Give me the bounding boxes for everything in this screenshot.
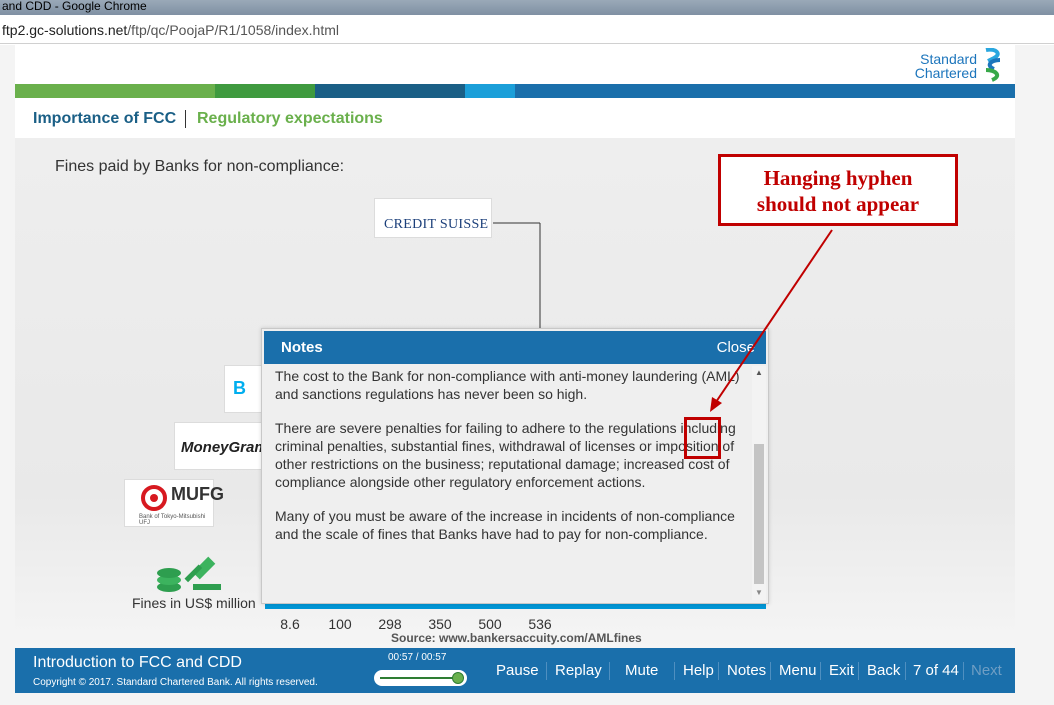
annotation-callout: Hanging hyphen should not appear bbox=[718, 154, 958, 226]
url-path: /ftp/qc/PoojaP/R1/1058/index.html bbox=[127, 22, 339, 38]
control-divider bbox=[609, 662, 610, 680]
chart-tick-label: 500 bbox=[478, 616, 502, 632]
notes-header: Notes Close bbox=[264, 331, 766, 364]
barclays-logo-text: B bbox=[233, 378, 246, 398]
address-bar[interactable]: ftp2.gc-solutions.net/ftp/qc/PoojaP/R1/1… bbox=[0, 15, 1054, 44]
mufg-logo-text: MUFG bbox=[171, 484, 224, 504]
brand-line-2: Chartered bbox=[914, 65, 977, 81]
menu-button[interactable]: Menu bbox=[779, 662, 817, 679]
scroll-down-arrow-icon[interactable]: ▼ bbox=[755, 588, 763, 597]
moneygram-logo-text: MoneyGram bbox=[181, 439, 268, 456]
coins-gavel-icon bbox=[157, 556, 221, 592]
progress-knob[interactable] bbox=[452, 672, 464, 684]
control-divider bbox=[905, 662, 906, 680]
chart-tick-label: 350 bbox=[428, 616, 452, 632]
notes-close-button[interactable]: Close bbox=[717, 339, 755, 356]
control-divider bbox=[674, 662, 675, 680]
chart-source: Source: www.bankersaccuity.com/AMLfines bbox=[391, 631, 642, 645]
replay-button[interactable]: Replay bbox=[555, 662, 602, 679]
page-counter: 7 of 44 bbox=[913, 662, 959, 679]
course-frame: Standard Chartered Importance of FCC Reg… bbox=[15, 45, 1015, 693]
notes-body: The cost to the Bank for non-compliance … bbox=[275, 367, 745, 599]
credit-suisse-logo-text: CREDIT SUISSE bbox=[384, 217, 489, 232]
notes-scroll-thumb[interactable] bbox=[754, 444, 764, 584]
breadcrumb-topic: Importance of FCC bbox=[33, 110, 177, 127]
notes-scrollbar[interactable]: ▲ ▼ bbox=[752, 366, 766, 600]
control-divider bbox=[820, 662, 821, 680]
control-divider bbox=[858, 662, 859, 680]
chart-tick-label: 298 bbox=[378, 616, 402, 632]
breadcrumb: Importance of FCC Regulatory expectation… bbox=[15, 98, 1015, 138]
exit-button[interactable]: Exit bbox=[829, 662, 854, 679]
moneygram-logo: MoneyGram bbox=[174, 422, 274, 470]
brand-logo-text: Standard Chartered bbox=[915, 52, 977, 80]
browser-title-bar: and CDD - Google Chrome bbox=[0, 0, 1054, 15]
playback-progress-slider[interactable] bbox=[374, 670, 467, 686]
notes-paragraph: The cost to the Bank for non-compliance … bbox=[275, 368, 740, 402]
control-divider bbox=[770, 662, 771, 680]
mute-button[interactable]: Mute bbox=[625, 662, 658, 679]
window-title: and CDD - Google Chrome bbox=[2, 0, 147, 13]
control-divider bbox=[718, 662, 719, 680]
notes-button[interactable]: Notes bbox=[727, 662, 766, 679]
breadcrumb-divider bbox=[185, 110, 186, 128]
back-button[interactable]: Back bbox=[867, 662, 900, 679]
control-divider bbox=[546, 662, 547, 680]
breadcrumb-subtopic: Regulatory expectations bbox=[197, 110, 383, 127]
course-title: Introduction to FCC and CDD bbox=[33, 654, 242, 671]
mufg-circle-icon bbox=[141, 485, 167, 511]
chart-axis-label: Fines in US$ million bbox=[132, 595, 256, 611]
standard-chartered-logo-icon bbox=[985, 48, 1001, 82]
brand-color-bar bbox=[15, 84, 1015, 98]
help-button[interactable]: Help bbox=[683, 662, 714, 679]
pause-button[interactable]: Pause bbox=[496, 662, 539, 679]
url-text[interactable]: ftp2.gc-solutions.net/ftp/qc/PoojaP/R1/1… bbox=[2, 22, 339, 38]
callout-line-1: Hanging hyphen bbox=[763, 166, 913, 190]
chart-tick-label: 536 bbox=[528, 616, 552, 632]
brand-header: Standard Chartered bbox=[15, 45, 1015, 84]
player-footer: Introduction to FCC and CDD Copyright © … bbox=[15, 648, 1015, 693]
annotation-highlight-box bbox=[684, 417, 721, 459]
notes-popup: Notes Close The cost to the Bank for non… bbox=[261, 328, 769, 604]
mufg-logo-subtext: Bank of Tokyo-Mitsubishi UFJ bbox=[139, 514, 206, 526]
scroll-up-arrow-icon[interactable]: ▲ bbox=[755, 368, 763, 377]
url-host: ftp2.gc-solutions.net bbox=[2, 22, 128, 38]
chart-tick-label: 100 bbox=[328, 616, 352, 632]
notes-paragraph: There are severe penalties for failing t… bbox=[275, 420, 736, 490]
control-divider bbox=[963, 662, 964, 680]
chart-tick-label: 8.6 bbox=[280, 616, 300, 632]
brand-line-1: Standard bbox=[920, 51, 977, 67]
mufg-logo: MUFG Bank of Tokyo-Mitsubishi UFJ bbox=[124, 479, 224, 527]
credit-suisse-logo: CREDIT SUISSE bbox=[374, 198, 492, 238]
notes-title: Notes bbox=[281, 339, 323, 356]
progress-track bbox=[380, 677, 460, 679]
notes-paragraph: Many of you must be aware of the increas… bbox=[275, 508, 735, 542]
callout-line-2: should not appear bbox=[756, 192, 920, 216]
next-button[interactable]: Next bbox=[971, 662, 1002, 679]
copyright-text: Copyright © 2017. Standard Chartered Ban… bbox=[33, 677, 318, 688]
playback-time: 00:57 / 00:57 bbox=[388, 652, 447, 663]
